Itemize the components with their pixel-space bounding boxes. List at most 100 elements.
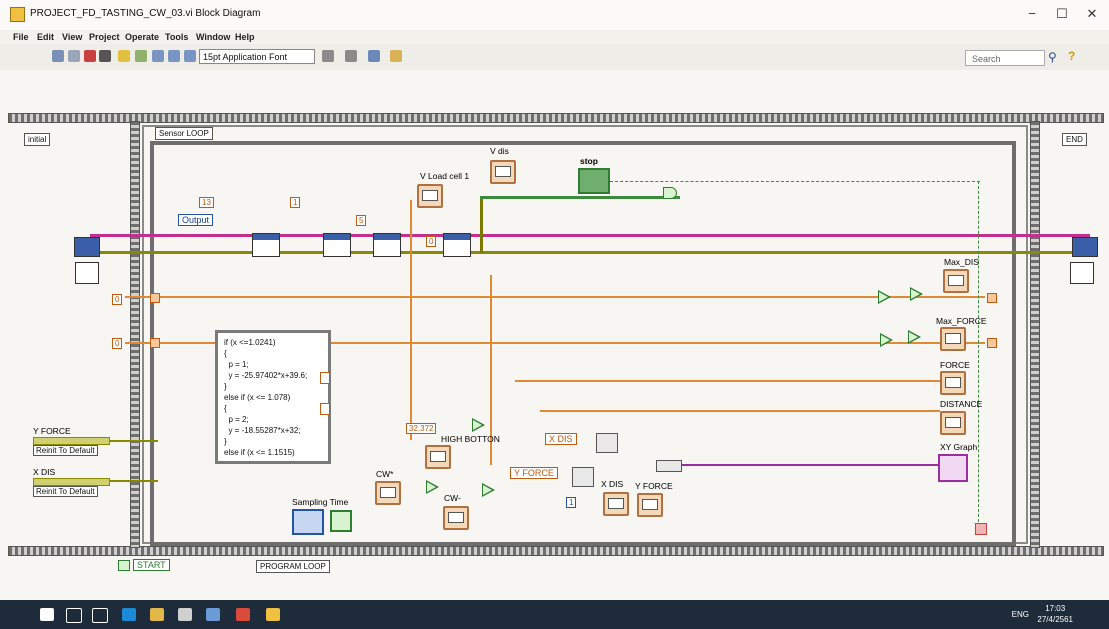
error-cluster-wire — [90, 251, 1090, 254]
wait-ms-icon[interactable] — [330, 510, 352, 532]
greater-than-1-icon — [878, 290, 891, 304]
menu-project[interactable]: Project — [89, 32, 120, 42]
search-icon[interactable]: ⚲ — [1048, 50, 1057, 64]
build-array-icon[interactable] — [596, 433, 618, 453]
shift-register-left-2 — [150, 338, 160, 348]
visa-read-icon[interactable] — [373, 233, 401, 257]
run-arrow-icon[interactable] — [52, 50, 64, 62]
formula-node[interactable]: if (x <=1.0241) { p = 1; y = -25.97402*x… — [215, 330, 331, 464]
stop-button-icon[interactable] — [578, 168, 610, 194]
run-continuously-icon[interactable] — [68, 50, 80, 62]
cleanup-diagram-icon[interactable] — [390, 50, 402, 62]
constant-0-read[interactable]: 0 — [426, 236, 437, 247]
close-button[interactable]: ✕ — [1082, 6, 1102, 22]
step-over-icon[interactable] — [168, 50, 180, 62]
maxforce-indicator[interactable] — [940, 327, 966, 351]
xy-graph-icon[interactable] — [938, 454, 968, 482]
reorder-icon[interactable] — [368, 50, 380, 62]
error-out-icon[interactable] — [1070, 262, 1094, 284]
error-cluster-icon[interactable] — [75, 262, 99, 284]
font-select[interactable]: 15pt Application Font — [199, 49, 315, 64]
mail-icon[interactable] — [206, 608, 220, 621]
output-ring-constant[interactable]: Output — [178, 214, 214, 226]
clock[interactable]: 17:03 27/4/2561 — [1037, 603, 1073, 625]
abort-icon[interactable] — [84, 50, 96, 62]
vdis-indicator[interactable] — [490, 160, 516, 184]
start-boolean-icon[interactable] — [118, 560, 130, 571]
search-input[interactable]: Search — [965, 50, 1045, 66]
cw-minus-indicator[interactable] — [443, 506, 469, 530]
cw-plus-indicator[interactable] — [375, 481, 401, 505]
menu-bar: File Edit View Project Operate Tools Win… — [0, 30, 1109, 44]
build-array-2-icon[interactable] — [572, 467, 594, 487]
constant-13[interactable]: 13 — [199, 197, 214, 208]
xygraph-label: XY Graph — [940, 442, 978, 452]
reinit-default-2[interactable]: Reinit To Default — [33, 486, 98, 497]
program-loop-label: PROGRAM LOOP — [256, 560, 330, 573]
pause-icon[interactable] — [99, 50, 111, 62]
menu-window[interactable]: Window — [196, 32, 230, 42]
menu-file[interactable]: File — [13, 32, 29, 42]
edge-icon[interactable] — [122, 608, 136, 621]
chrome-icon[interactable] — [236, 608, 250, 621]
yforce-wire — [108, 440, 158, 442]
constant-5[interactable]: 5 — [356, 215, 367, 226]
highlight-execution-icon[interactable] — [118, 50, 130, 62]
xdis-property-node[interactable]: X DIS — [545, 433, 577, 445]
constant-0-max-force[interactable]: 0 — [112, 338, 123, 349]
search-taskbar-icon[interactable] — [66, 608, 82, 623]
or-function-icon[interactable] — [663, 187, 677, 199]
start-property-node[interactable]: START — [133, 559, 170, 571]
title-bar: PROJECT_FD_TASTING_CW_03.vi Block Diagra… — [0, 0, 1109, 30]
yforce-array-control[interactable] — [33, 437, 110, 445]
reinit-default-1[interactable]: Reinit To Default — [33, 445, 98, 456]
visa-resource-icon[interactable] — [74, 237, 100, 257]
windows-start-icon[interactable] — [40, 608, 54, 621]
visa-write-icon[interactable] — [323, 233, 351, 257]
menu-edit[interactable]: Edit — [37, 32, 54, 42]
align-objects-icon[interactable] — [322, 50, 334, 62]
labview-taskbar-icon[interactable] — [266, 608, 280, 621]
constant-32372[interactable]: 32.372 — [406, 423, 437, 434]
yforce-control-label: Y FORCE — [33, 426, 71, 436]
xdis-array-indicator[interactable] — [603, 492, 629, 516]
menu-view[interactable]: View — [62, 32, 82, 42]
force-indicator[interactable] — [940, 371, 966, 395]
store-icon[interactable] — [178, 608, 192, 621]
clock-date: 27/4/2561 — [1037, 615, 1073, 624]
sampling-time-control[interactable] — [292, 509, 324, 535]
loop-condition-wire — [978, 181, 980, 527]
visa-close-icon[interactable] — [1072, 237, 1098, 257]
help-icon[interactable]: ? — [1068, 49, 1075, 63]
language-indicator[interactable]: ENG — [1012, 610, 1029, 619]
minimize-button[interactable]: − — [1022, 6, 1042, 21]
step-into-icon[interactable] — [152, 50, 164, 62]
menu-help[interactable]: Help — [235, 32, 255, 42]
xdis-array-control[interactable] — [33, 478, 110, 486]
constant-1-index[interactable]: 1 — [566, 497, 577, 508]
retain-wire-values-icon[interactable] — [135, 50, 147, 62]
visa-io-node-icon[interactable] — [252, 233, 280, 257]
sequence-divider-right — [1030, 121, 1040, 548]
step-out-icon[interactable] — [184, 50, 196, 62]
maximize-button[interactable]: ☐ — [1052, 6, 1072, 22]
file-explorer-icon[interactable] — [150, 608, 164, 621]
high-botton-indicator[interactable] — [425, 445, 451, 469]
bundle-icon[interactable] — [656, 460, 682, 472]
distribute-objects-icon[interactable] — [345, 50, 357, 62]
yforce-array-indicator[interactable] — [637, 493, 663, 517]
task-view-icon[interactable] — [92, 608, 108, 623]
distance-label: DISTANCE — [940, 399, 983, 409]
yforce-property-node[interactable]: Y FORCE — [510, 467, 558, 479]
visa-read-2-icon[interactable] — [443, 233, 471, 257]
vload-indicator[interactable] — [417, 184, 443, 208]
maxdis-indicator[interactable] — [943, 269, 969, 293]
distance-indicator[interactable] — [940, 411, 966, 435]
loop-stop-condition-icon[interactable] — [975, 523, 987, 535]
menu-operate[interactable]: Operate — [125, 32, 159, 42]
formula-output-y — [320, 403, 330, 415]
menu-tools[interactable]: Tools — [165, 32, 188, 42]
compare-cw-plus-icon — [426, 480, 439, 494]
constant-1[interactable]: 1 — [290, 197, 301, 208]
constant-0-max-dis[interactable]: 0 — [112, 294, 123, 305]
